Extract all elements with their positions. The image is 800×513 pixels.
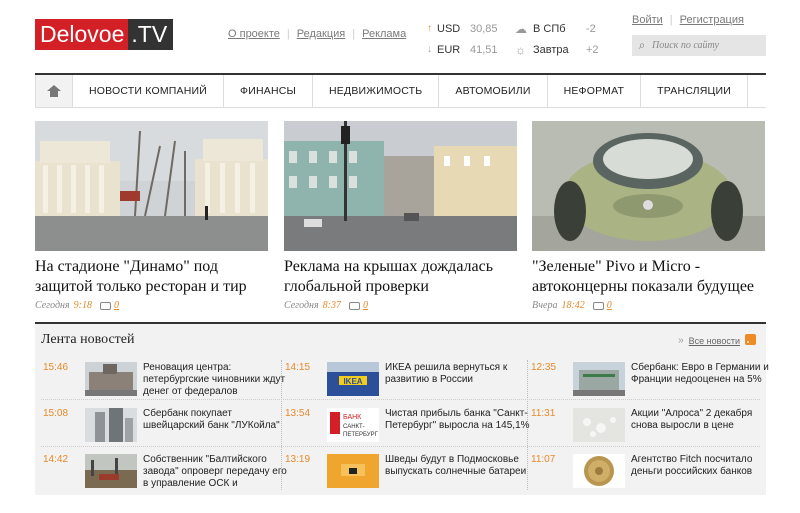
main-nav: НОВОСТИ КОМПАНИЙ ФИНАНСЫ НЕДВИЖИМОСТЬ АВ… bbox=[35, 73, 766, 108]
featured-image-concept-car[interactable] bbox=[532, 121, 765, 251]
logo-part-tv: .TV bbox=[128, 19, 174, 50]
comments-count[interactable]: 0 bbox=[363, 300, 368, 311]
news-thumb bbox=[573, 408, 625, 442]
list-item[interactable]: 12:35 Сбербанк: Евро в Германии и Франци… bbox=[531, 362, 781, 402]
news-thumb bbox=[85, 454, 137, 488]
featured-meta: Сегодня 8:37 0 bbox=[284, 300, 368, 311]
news-thumb bbox=[573, 362, 625, 396]
list-item[interactable]: 11:31 Акции "Алроса" 2 декабря снова выр… bbox=[531, 408, 781, 448]
news-thumb: IKEA bbox=[327, 362, 379, 396]
list-item[interactable]: 13:54 БАНК САНКТ- ПЕТЕРБУРГ Чистая прибыль… bbox=[285, 408, 535, 448]
street-photo bbox=[284, 121, 517, 251]
comment-icon bbox=[592, 301, 604, 310]
arrow-up-icon: ↑ bbox=[427, 23, 432, 34]
featured-title[interactable]: На стадионе "Динамо" под защитой только … bbox=[35, 257, 268, 297]
advertising-link[interactable]: Реклама bbox=[362, 28, 406, 40]
sun-icon: ☼ bbox=[515, 42, 526, 57]
news-feed: Лента новостей » Все новости 15:46 Ренов… bbox=[35, 322, 769, 495]
news-thumb bbox=[85, 408, 137, 442]
news-thumb: БАНК САНКТ- ПЕТЕРБУРГ bbox=[327, 408, 379, 442]
home-icon bbox=[47, 85, 61, 97]
concept-car-photo bbox=[532, 121, 765, 251]
featured-article-1: На стадионе "Динамо" под защитой только … bbox=[35, 121, 268, 311]
nav-finance[interactable]: ФИНАНСЫ bbox=[224, 75, 314, 107]
weather-widget: ☁ В СПб -2 ☼ Завтра +2 bbox=[515, 18, 599, 60]
nav-home[interactable] bbox=[35, 75, 73, 107]
nav-company-news[interactable]: НОВОСТИ КОМПАНИЙ bbox=[73, 75, 225, 107]
weather-today: ☁ В СПб -2 bbox=[515, 21, 596, 36]
rss-icon[interactable] bbox=[745, 334, 756, 345]
list-item[interactable]: 15:46 Реновация центра: петербургские чи… bbox=[43, 362, 293, 402]
all-news-link[interactable]: Все новости bbox=[689, 336, 740, 346]
featured-image-stadium[interactable] bbox=[35, 121, 268, 251]
bank-logo-text-3: ПЕТЕРБУРГ bbox=[343, 432, 379, 438]
nav-neformat[interactable]: НЕФОРМАТ bbox=[548, 75, 642, 107]
news-feed-title: Лента новостей bbox=[41, 332, 135, 347]
list-item[interactable]: 11:07 Агентство Fitch посчитало деньги р… bbox=[531, 454, 781, 494]
weather-tomorrow: ☼ Завтра +2 bbox=[515, 42, 599, 57]
comment-icon bbox=[348, 301, 360, 310]
search-box: ⌕ bbox=[632, 35, 766, 56]
nav-real-estate[interactable]: НЕДВИЖИМОСТЬ bbox=[313, 75, 440, 107]
cloud-icon: ☁ bbox=[515, 21, 527, 36]
search-icon[interactable]: ⌕ bbox=[632, 38, 652, 53]
currency-rates: ↑ USD 30,85 ↓ EUR 41,51 bbox=[427, 18, 498, 60]
arrow-down-icon: ↓ bbox=[427, 44, 432, 55]
featured-article-3: "Зеленые" Pivo и Micro - автоконцерны по… bbox=[532, 121, 765, 311]
site-logo[interactable]: Delovoe .TV bbox=[35, 19, 174, 50]
bank-logo-text-2: САНКТ- bbox=[343, 424, 365, 430]
comments-count[interactable]: 0 bbox=[607, 300, 612, 311]
news-thumb bbox=[327, 454, 379, 488]
list-item[interactable]: 14:42 Собственник "Балтийского завода" о… bbox=[43, 454, 293, 494]
nav-cars[interactable]: АВТОМОБИЛИ bbox=[439, 75, 548, 107]
top-links: О проекте | Редакция | Реклама bbox=[228, 28, 407, 40]
featured-image-street[interactable] bbox=[284, 121, 517, 251]
featured-meta: Вчера 18:42 0 bbox=[532, 300, 612, 311]
news-thumb bbox=[573, 454, 625, 488]
auth-links: Войти | Регистрация bbox=[632, 14, 744, 26]
news-thumb bbox=[85, 362, 137, 396]
chevron-right-icon: » bbox=[678, 335, 684, 346]
list-item[interactable]: 14:15 IKEA ИКЕА решила вернуться к разви… bbox=[285, 362, 535, 402]
about-link[interactable]: О проекте bbox=[228, 28, 280, 40]
comment-icon bbox=[99, 301, 111, 310]
all-news: » Все новости bbox=[678, 335, 740, 346]
rate-usd: ↑ USD 30,85 bbox=[427, 22, 498, 35]
stadium-photo bbox=[35, 121, 268, 251]
featured-title[interactable]: Реклама на крышах дождалась глобальной п… bbox=[284, 257, 517, 297]
list-item[interactable]: 13:19 Шведы будут в Подмосковье выпускат… bbox=[285, 454, 535, 494]
featured-article-2: Реклама на крышах дождалась глобальной п… bbox=[284, 121, 517, 311]
logo-part-main: Delovoe bbox=[35, 19, 129, 50]
featured-meta: Сегодня 9:18 0 bbox=[35, 300, 119, 311]
nav-broadcasts[interactable]: ТРАНСЛЯЦИИ bbox=[641, 75, 749, 107]
featured-title[interactable]: "Зеленые" Pivo и Micro - автоконцерны по… bbox=[532, 257, 765, 297]
search-input[interactable] bbox=[652, 40, 762, 51]
register-link[interactable]: Регистрация bbox=[680, 14, 744, 26]
ikea-logo-text: IKEA bbox=[343, 377, 362, 386]
bank-logo-text-1: БАНК bbox=[343, 414, 362, 421]
rate-eur: ↓ EUR 41,51 bbox=[427, 43, 498, 56]
editorial-link[interactable]: Редакция bbox=[297, 28, 345, 40]
login-link[interactable]: Войти bbox=[632, 14, 663, 26]
list-item[interactable]: 15:08 Сбербанк покупает швейцарский банк… bbox=[43, 408, 293, 448]
comments-count[interactable]: 0 bbox=[114, 300, 119, 311]
